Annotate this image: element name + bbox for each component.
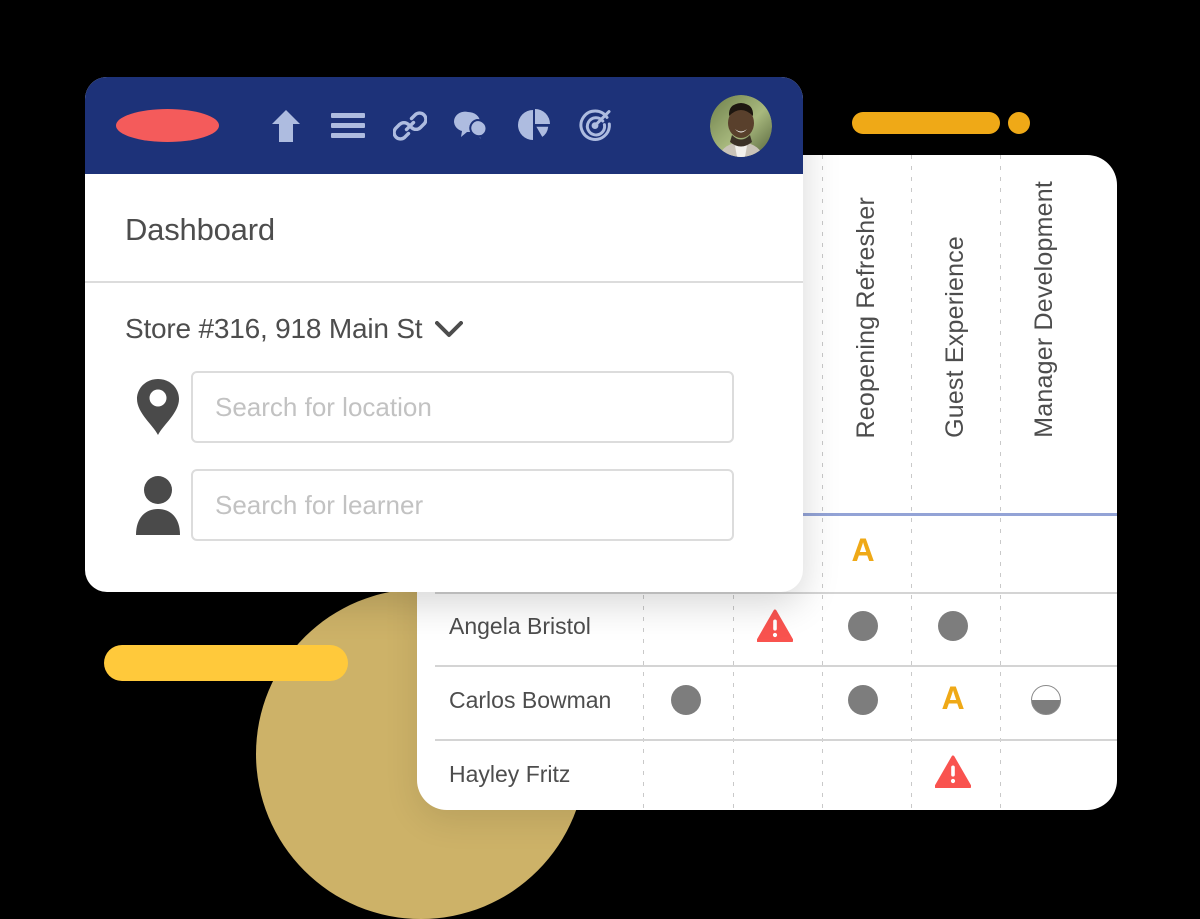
decorative-orange-pill xyxy=(852,112,1000,134)
row-separator-1 xyxy=(435,592,1117,594)
column-header-manager-development[interactable]: Manager Development xyxy=(1030,181,1059,438)
brand-logo[interactable] xyxy=(116,109,219,142)
column-divider-5 xyxy=(1000,155,1001,810)
avatar[interactable] xyxy=(710,94,772,157)
page-title: Dashboard xyxy=(125,212,275,247)
status-overdue-warning-icon[interactable] xyxy=(757,609,793,643)
chevron-down-icon[interactable] xyxy=(435,320,464,338)
nav-icon-group xyxy=(266,106,616,146)
decorative-orange-dot xyxy=(1008,112,1030,134)
column-divider-4 xyxy=(911,155,912,810)
learner-search-input[interactable]: Search for learner xyxy=(191,469,734,541)
column-divider-3 xyxy=(822,155,823,810)
status-complete-dot[interactable] xyxy=(671,685,701,715)
location-search-placeholder: Search for location xyxy=(215,391,432,422)
status-overdue-warning-icon[interactable] xyxy=(935,755,971,789)
pie-chart-icon[interactable] xyxy=(514,106,554,146)
decorative-yellow-pill xyxy=(104,645,348,681)
person-icon xyxy=(125,475,191,535)
status-attention-a[interactable]: A xyxy=(941,682,964,714)
table-row[interactable]: Hayley Fritz xyxy=(449,761,570,788)
location-search-row: Search for location xyxy=(85,371,803,443)
column-header-guest-experience[interactable]: Guest Experience xyxy=(941,236,970,438)
top-navigation-bar xyxy=(85,77,803,174)
status-complete-dot[interactable] xyxy=(848,685,878,715)
store-selector[interactable]: Store #316, 918 Main St xyxy=(85,283,803,345)
home-up-arrow-icon[interactable] xyxy=(266,106,306,146)
link-icon[interactable] xyxy=(390,106,430,146)
status-half-complete-dot[interactable] xyxy=(1031,685,1061,715)
dashboard-card: Dashboard Store #316, 918 Main St Search… xyxy=(85,77,803,592)
row-separator-2 xyxy=(435,665,1117,667)
menu-icon[interactable] xyxy=(328,106,368,146)
learner-search-row: Search for learner xyxy=(85,469,803,541)
status-attention-a[interactable]: A xyxy=(851,534,874,566)
target-icon[interactable] xyxy=(576,106,616,146)
status-complete-dot[interactable] xyxy=(938,611,968,641)
map-pin-icon xyxy=(125,378,191,436)
table-row[interactable]: Carlos Bowman xyxy=(449,687,611,714)
location-search-input[interactable]: Search for location xyxy=(191,371,734,443)
status-complete-dot[interactable] xyxy=(848,611,878,641)
learner-search-placeholder: Search for learner xyxy=(215,489,424,520)
store-selector-label: Store #316, 918 Main St xyxy=(125,313,423,344)
table-row[interactable]: Angela Bristol xyxy=(449,613,591,640)
row-separator-3 xyxy=(435,739,1117,741)
screenshot-root: Reopening Refresher Guest Experience Man… xyxy=(0,0,1200,919)
column-header-reopening-refresher[interactable]: Reopening Refresher xyxy=(852,197,881,438)
chat-icon[interactable] xyxy=(452,106,492,146)
